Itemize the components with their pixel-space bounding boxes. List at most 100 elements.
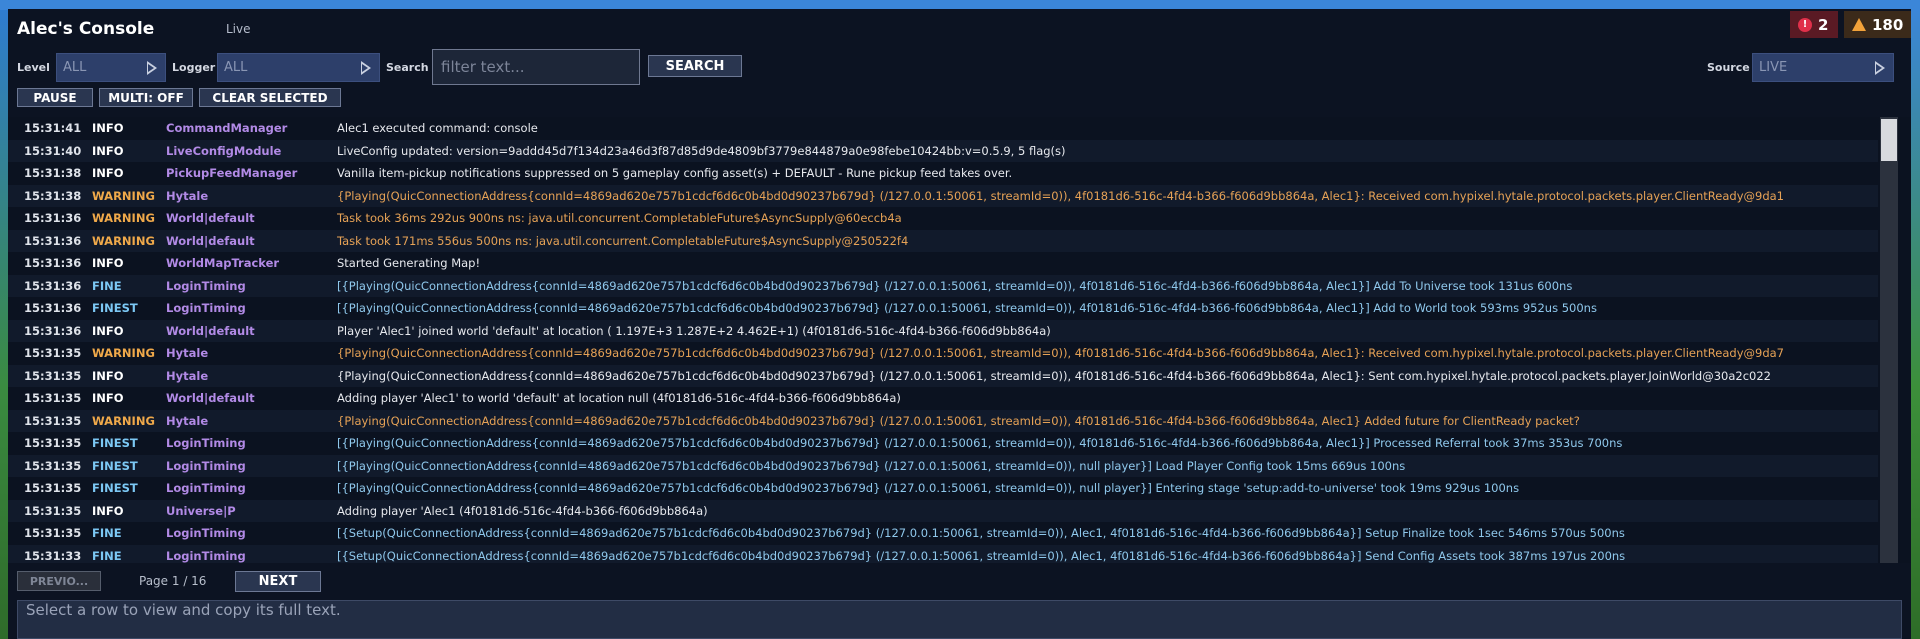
logger-dropdown[interactable]: ALL: [217, 53, 380, 82]
clear-selected-button[interactable]: CLEAR SELECTED: [199, 88, 341, 107]
log-logger: LoginTiming: [166, 278, 246, 293]
previous-page-button[interactable]: PREVIO...: [17, 571, 101, 591]
log-row[interactable]: 15:31:33 FINE LoginTiming [{Setup(QuicConne…: [8, 544, 1878, 563]
log-row[interactable]: 15:31:38 INFO PickupFeedManager Vanilla ite…: [8, 162, 1878, 184]
log-row[interactable]: 15:31:35 WARNING Hytale {Playing(QuicConnec…: [8, 342, 1878, 364]
log-logger: World|default: [166, 211, 255, 225]
log-logger: Universe|P: [166, 503, 236, 518]
log-level: FINEST: [92, 458, 138, 473]
log-row[interactable]: 15:31:35 FINE LoginTiming [{Setup(QuicConne…: [8, 522, 1878, 544]
warning-count-badge[interactable]: 180: [1844, 11, 1911, 38]
log-row[interactable]: 15:31:36 FINE LoginTiming [{Playing(QuicCon…: [8, 274, 1878, 297]
next-page-button[interactable]: NEXT: [235, 571, 321, 592]
log-row[interactable]: 15:31:35 WARNING Hytale {Playing(QuicConnec…: [8, 409, 1878, 432]
log-time: 15:31:35: [24, 436, 82, 450]
log-level: INFO: [92, 121, 124, 135]
log-logger: LoginTiming: [166, 526, 246, 540]
log-logger: Hytale: [166, 346, 209, 360]
log-logger: LoginTiming: [166, 436, 246, 450]
log-logger: LoginTiming: [166, 301, 246, 315]
log-time: 15:31:35: [24, 481, 82, 495]
log-logger: LoginTiming: [166, 481, 246, 495]
log-time: 15:31:38: [24, 188, 82, 203]
log-time: 15:31:35: [24, 346, 82, 360]
log-row[interactable]: 15:31:36 WARNING World|default Task took 17…: [8, 229, 1878, 252]
log-level: FINE: [92, 526, 122, 540]
multi-select-toggle[interactable]: MULTI: OFF: [99, 88, 193, 107]
log-logger: Hytale: [166, 413, 209, 428]
log-message: {Playing(QuicConnectionAddress{connId=48…: [337, 346, 1784, 360]
log-row[interactable]: 15:31:36 WARNING World|default Task took 36…: [8, 207, 1878, 229]
row-detail-textbox[interactable]: [17, 600, 1902, 639]
log-level: FINE: [92, 548, 122, 563]
log-row[interactable]: 15:31:40 INFO LiveConfigModule LiveConfig u…: [8, 139, 1878, 162]
log-message: [{Playing(QuicConnectionAddress{connId=4…: [337, 301, 1597, 315]
log-time: 15:31:35: [24, 413, 82, 428]
log-time: 15:31:36: [24, 211, 82, 225]
play-arrow-icon: [1875, 61, 1885, 75]
log-level: WARNING: [92, 413, 155, 428]
log-row[interactable]: 15:31:35 FINEST LoginTiming [{Playing(QuicC…: [8, 477, 1878, 499]
log-message: Player 'Alec1' joined world 'default' at…: [337, 323, 1051, 338]
log-message: Vanilla item-pickup notifications suppre…: [337, 166, 1013, 180]
log-row[interactable]: 15:31:35 FINEST LoginTiming [{Playing(QuicC…: [8, 432, 1878, 454]
log-row[interactable]: 15:31:35 INFO World|default Adding player '…: [8, 387, 1878, 409]
log-row[interactable]: 15:31:41 INFO CommandManager Alec1 executed…: [8, 117, 1878, 139]
log-row[interactable]: 15:31:36 FINEST LoginTiming [{Playing(QuicC…: [8, 297, 1878, 319]
log-row[interactable]: 15:31:38 WARNING Hytale {Playing(QuicConnec…: [8, 184, 1878, 207]
log-scrollbar[interactable]: [1880, 117, 1898, 563]
log-row[interactable]: 15:31:35 INFO Universe|P Adding player 'Ale…: [8, 499, 1878, 522]
play-arrow-icon: [147, 61, 157, 75]
logger-label: Logger: [172, 61, 216, 74]
log-message: Adding player 'Alec1 (4f0181d6-516c-4fd4…: [337, 503, 708, 518]
log-list[interactable]: 15:31:41 INFO CommandManager Alec1 executed…: [8, 117, 1911, 563]
log-time: 15:31:40: [24, 143, 82, 158]
level-dropdown-value: ALL: [63, 60, 87, 75]
log-time: 15:31:35: [24, 503, 82, 518]
live-status: Live: [226, 22, 251, 36]
log-level: WARNING: [92, 211, 155, 225]
warning-icon: [1852, 18, 1866, 31]
log-message: [{Playing(QuicConnectionAddress{connId=4…: [337, 278, 1573, 293]
log-message: Started Generating Map!: [337, 256, 481, 270]
log-row[interactable]: 15:31:36 INFO World|default Player 'Alec1' …: [8, 319, 1878, 342]
log-level: FINE: [92, 278, 122, 293]
log-message: [{Setup(QuicConnectionAddress{connId=486…: [337, 548, 1626, 563]
log-row[interactable]: 15:31:36 INFO WorldMapTracker Started Gener…: [8, 252, 1878, 274]
log-time: 15:31:41: [24, 121, 82, 135]
log-message: [{Playing(QuicConnectionAddress{connId=4…: [337, 436, 1623, 450]
log-logger: WorldMapTracker: [166, 256, 280, 270]
log-message: {Playing(QuicConnectionAddress{connId=48…: [337, 368, 1771, 383]
log-level: INFO: [92, 256, 124, 270]
log-time: 15:31:35: [24, 526, 82, 540]
log-message: [{Playing(QuicConnectionAddress{connId=4…: [337, 458, 1406, 473]
log-level: WARNING: [92, 188, 155, 203]
search-input[interactable]: [432, 49, 640, 85]
log-time: 15:31:36: [24, 323, 82, 338]
pause-button[interactable]: PAUSE: [17, 88, 93, 107]
log-time: 15:31:35: [24, 368, 82, 383]
log-level: INFO: [92, 166, 124, 180]
play-arrow-icon: [361, 61, 371, 75]
logger-dropdown-value: ALL: [224, 60, 248, 75]
error-count: 2: [1818, 15, 1829, 34]
log-time: 15:31:36: [24, 233, 82, 248]
log-time: 15:31:36: [24, 301, 82, 315]
search-label: Search: [386, 61, 429, 74]
level-dropdown[interactable]: ALL: [56, 53, 166, 82]
log-logger: World|default: [166, 233, 255, 248]
log-message: Task took 171ms 556us 500ns ns: java.uti…: [337, 233, 909, 248]
log-row[interactable]: 15:31:35 INFO Hytale {Playing(QuicConnectio…: [8, 364, 1878, 387]
log-message: Adding player 'Alec1' to world 'default'…: [337, 391, 901, 405]
log-time: 15:31:35: [24, 458, 82, 473]
error-count-badge[interactable]: ! 2: [1790, 11, 1838, 38]
log-level: WARNING: [92, 233, 155, 248]
source-dropdown[interactable]: LIVE: [1752, 53, 1894, 82]
log-time: 15:31:36: [24, 278, 82, 293]
search-button[interactable]: SEARCH: [648, 55, 742, 77]
log-row[interactable]: 15:31:35 FINEST LoginTiming [{Playing(QuicC…: [8, 454, 1878, 477]
log-level: INFO: [92, 503, 124, 518]
log-logger: World|default: [166, 391, 255, 405]
scrollbar-thumb[interactable]: [1881, 119, 1897, 161]
log-time: 15:31:38: [24, 166, 82, 180]
